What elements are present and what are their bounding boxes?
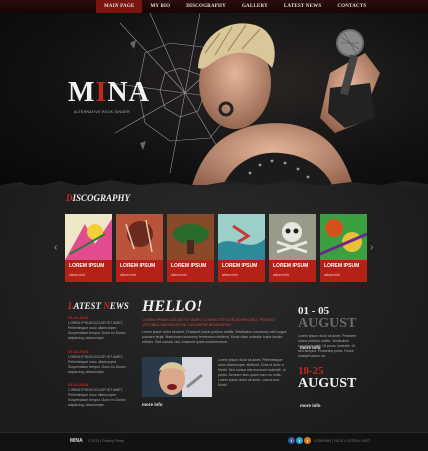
album-card[interactable]: LOREM IPSUM album info [218, 214, 265, 282]
album-cover-image [218, 214, 265, 260]
event-month: AUGUST [298, 316, 357, 331]
discography-heading: DISCOGRAPHY [66, 193, 131, 203]
hero-banner: MINA ALTERNATIVE ROCK SINGER [0, 13, 428, 185]
footer-links[interactable]: COMPANY | FACE | LISTEN | VISIT [314, 439, 370, 443]
album-info: album info [171, 273, 188, 277]
album-card[interactable]: LOREM IPSUM album info [319, 214, 368, 282]
album-title: LOREM IPSUM [120, 263, 156, 269]
event-month: AUGUST [298, 376, 357, 391]
album-cover-image [65, 214, 112, 260]
hello-body-text-2: Lorem ipsum dolor sit amet. Pellentesque… [218, 358, 286, 387]
hello-more-info-link[interactable]: more info [142, 402, 163, 407]
carousel-next-arrow[interactable]: › [370, 242, 373, 253]
album-cover-image [167, 214, 214, 260]
hello-heading: HELLO! [142, 298, 203, 315]
nav-item-discography[interactable]: DISCOGRAPHY [178, 0, 234, 13]
album-card[interactable]: LOREM IPSUM album info [269, 214, 316, 282]
nav-item-contacts[interactable]: CONTACTS [329, 0, 374, 13]
hello-body-text: Lorem ipsum dolor sit amet. Praesent luc… [142, 330, 288, 344]
news-text: LOREM IPSUM DOLOR SIT AMET, Pellentesque… [68, 388, 126, 407]
album-cover-image [319, 214, 368, 260]
twitter-icon[interactable]: t [296, 437, 303, 444]
logo-letters-na: NA [107, 77, 150, 108]
news-text: LOREM IPSUM DOLOR SIT AMET, Pellentesque… [68, 355, 126, 374]
album-title: LOREM IPSUM [69, 263, 105, 269]
rss-icon[interactable]: r [304, 437, 311, 444]
site-tagline: ALTERNATIVE ROCK SINGER [74, 110, 130, 114]
album-card[interactable]: LOREM IPSUM album info [116, 214, 163, 282]
event-card: 01 - 05 AUGUST Lorem ipsum dolor sit ame… [298, 306, 360, 359]
nav-item-my-bio[interactable]: MY BIO [142, 0, 178, 13]
top-navigation: MAIN PAGE MY BIO DISCOGRAPHY GALLERY LAT… [0, 0, 428, 14]
event-more-info-link[interactable]: more info [300, 345, 321, 350]
album-info: album info [69, 273, 86, 277]
singer-performance-photo [142, 357, 212, 397]
album-card[interactable]: LOREM IPSUM album info [65, 214, 112, 282]
album-title: LOREM IPSUM [222, 263, 258, 269]
site-logo[interactable]: MINA [68, 77, 150, 109]
album-info: album info [273, 273, 290, 277]
album-info: album info [120, 273, 137, 277]
album-cover-image [269, 214, 316, 260]
site-footer: MINA © 2013 | Privacy Policy f t r COMPA… [0, 432, 428, 451]
carousel-prev-arrow[interactable]: ‹ [54, 242, 57, 253]
singer-portrait-photo [192, 23, 380, 185]
event-more-info-link[interactable]: more info [300, 403, 321, 408]
album-carousel: LOREM IPSUM album info LOREM IPSUM album i… [65, 214, 368, 282]
nav-menu: MAIN PAGE MY BIO DISCOGRAPHY GALLERY LAT… [96, 0, 374, 13]
album-title: LOREM IPSUM [273, 263, 309, 269]
footer-copyright: © 2013 | Privacy Policy [88, 439, 124, 443]
news-date: 01.01.2013 [68, 349, 89, 354]
event-card: 18-25 AUGUST [298, 366, 360, 391]
news-date: 01.01.2013 [68, 315, 89, 320]
nav-item-gallery[interactable]: GALLERY [234, 0, 276, 13]
facebook-icon[interactable]: f [288, 437, 295, 444]
news-item[interactable]: 01.01.2013 LOREM IPSUM DOLOR SIT AMET, P… [68, 315, 134, 341]
news-item[interactable]: 01.01.2013 LOREM IPSUM DOLOR SIT AMET, P… [68, 349, 134, 375]
album-cover-image [116, 214, 163, 260]
news-item[interactable]: 01.01.2013 LOREM IPSUM DOLOR SIT AMET, P… [68, 382, 134, 408]
logo-letter-m: M [68, 77, 96, 108]
album-info: album info [222, 273, 239, 277]
album-info: album info [324, 273, 341, 277]
news-text: LOREM IPSUM DOLOR SIT AMET, Pellentesque… [68, 321, 126, 340]
album-card[interactable]: LOREM IPSUM album info [167, 214, 214, 282]
footer-logo[interactable]: MINA [70, 438, 83, 444]
news-date: 01.01.2013 [68, 382, 89, 387]
album-title: LOREM IPSUM [324, 263, 360, 269]
latest-news-heading: LATEST NEWS [68, 301, 129, 311]
album-title: LOREM IPSUM [171, 263, 207, 269]
nav-item-latest-news[interactable]: LATEST NEWS [276, 0, 329, 13]
hello-lead-text: LOREM IPSUM DOLOR SIT AMET, CONSECTETUER… [142, 318, 276, 327]
nav-item-main-page[interactable]: MAIN PAGE [96, 0, 143, 13]
logo-letter-i: I [95, 77, 108, 108]
